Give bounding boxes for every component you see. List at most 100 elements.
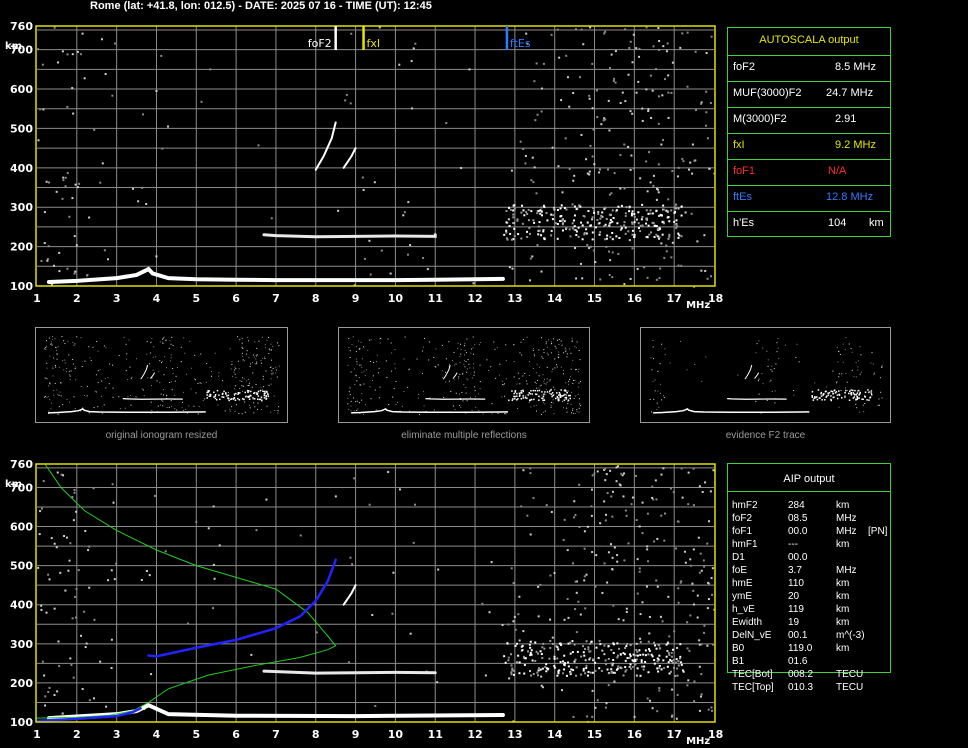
noise-dot bbox=[403, 211, 406, 214]
thumb-es-dot bbox=[811, 396, 814, 398]
noise-dot bbox=[363, 257, 366, 260]
thumb-speckle-dot bbox=[458, 376, 460, 378]
thumb-speckle-dot bbox=[445, 371, 447, 373]
es-echo-dot bbox=[534, 659, 537, 662]
thumb-speckle-dot bbox=[347, 403, 349, 405]
y-tick-label: 500 bbox=[10, 122, 33, 135]
es-echo-dot bbox=[637, 222, 640, 225]
thumb-speckle-dot bbox=[534, 355, 536, 357]
thumb-speckle-dot bbox=[504, 395, 506, 397]
aip-label: hmF1 bbox=[732, 539, 758, 550]
thumb-speckle-dot bbox=[475, 396, 477, 398]
thumb-speckle-dot bbox=[247, 340, 249, 342]
thumb-speckle-dot bbox=[101, 412, 103, 414]
noise-dot bbox=[657, 48, 660, 51]
es-echo-dot bbox=[552, 226, 555, 229]
thumb-speckle-dot bbox=[464, 350, 466, 352]
noise-dot bbox=[703, 234, 706, 237]
x-tick-label: 4 bbox=[153, 728, 161, 741]
thumb-es-dot bbox=[233, 393, 236, 395]
noise-dot bbox=[641, 532, 644, 535]
es-echo-dot bbox=[623, 653, 626, 656]
es-echo-dot bbox=[539, 650, 542, 653]
thumb-speckle-dot bbox=[171, 406, 173, 408]
noise-dot bbox=[575, 277, 578, 280]
thumb-speckle-dot bbox=[174, 394, 176, 396]
thumb-speckle-dot bbox=[814, 382, 816, 384]
noise-dot bbox=[583, 530, 586, 533]
thumb-speckle-dot bbox=[375, 409, 377, 411]
thumb-speckle-dot bbox=[565, 382, 567, 384]
noise-dot bbox=[693, 700, 696, 703]
thumb-speckle-dot bbox=[471, 348, 473, 350]
thumb-es-dot bbox=[836, 394, 839, 396]
thumb-speckle-dot bbox=[347, 398, 349, 400]
noise-dot bbox=[410, 107, 413, 110]
thumb-es-dot bbox=[529, 393, 531, 395]
noise-dot bbox=[209, 68, 212, 71]
es-echo-dot bbox=[641, 203, 644, 206]
thumb-es-dot bbox=[845, 389, 847, 392]
es-echo-dot bbox=[537, 652, 540, 655]
noise-dot bbox=[45, 180, 48, 183]
es-echo-dot bbox=[603, 224, 606, 227]
noise-dot bbox=[53, 694, 56, 697]
thumb-speckle-dot bbox=[357, 408, 359, 410]
noise-dot bbox=[580, 28, 583, 31]
es-echo-dot bbox=[618, 647, 621, 650]
thumb-speckle-dot bbox=[248, 384, 250, 386]
thumb-speckle-dot bbox=[56, 347, 58, 349]
es-echo-dot bbox=[503, 233, 506, 236]
thumb-speckle-dot bbox=[445, 358, 447, 360]
es-echo-dot bbox=[543, 206, 546, 209]
thumb-speckle-dot bbox=[464, 342, 466, 344]
aip-label: ymE bbox=[732, 591, 752, 602]
thumb-es-dot bbox=[848, 392, 850, 395]
noise-dot bbox=[564, 137, 567, 140]
thumb-speckle-dot bbox=[536, 363, 538, 365]
noise-dot bbox=[623, 283, 626, 286]
thumb-speckle-dot bbox=[513, 361, 515, 363]
thumb-speckle-dot bbox=[59, 391, 61, 393]
es-echo-dot bbox=[523, 664, 526, 667]
thumb-speckle-dot bbox=[379, 386, 381, 388]
thumb-speckle-dot bbox=[267, 384, 269, 386]
noise-dot bbox=[655, 68, 658, 71]
thumb-es-dot bbox=[264, 392, 266, 395]
thumb-speckle-dot bbox=[189, 340, 191, 342]
thumb-speckle-dot bbox=[194, 378, 196, 380]
es-echo-dot bbox=[646, 235, 649, 238]
es-echo-dot bbox=[610, 662, 613, 665]
noise-dot bbox=[623, 472, 626, 475]
es-echo-dot bbox=[604, 659, 607, 662]
thumb-speckle-dot bbox=[840, 390, 842, 392]
thumb-speckle-dot bbox=[546, 378, 548, 380]
thumb-speckle-dot bbox=[837, 361, 839, 363]
noise-dot bbox=[85, 642, 88, 645]
noise-dot bbox=[407, 201, 410, 204]
thumb-speckle-dot bbox=[44, 377, 46, 379]
thumb-speckle-dot bbox=[516, 383, 518, 385]
thumb-es-dot bbox=[253, 392, 255, 394]
thumb-es-dot bbox=[833, 389, 836, 392]
noise-dot bbox=[663, 256, 666, 259]
es-echo-dot bbox=[559, 220, 562, 223]
noise-dot bbox=[484, 674, 487, 677]
thumb-es-dot bbox=[811, 390, 814, 393]
noise-dot bbox=[563, 618, 566, 621]
noise-dot bbox=[549, 574, 552, 577]
thumb-speckle-dot bbox=[57, 413, 59, 415]
thumb-es-dot bbox=[216, 389, 219, 392]
noise-dot bbox=[629, 277, 632, 280]
thumb-speckle-dot bbox=[562, 401, 564, 403]
noise-dot bbox=[698, 665, 701, 668]
thumb-es-dot bbox=[822, 394, 824, 396]
es-echo-dot bbox=[563, 220, 566, 223]
noise-dot bbox=[646, 548, 649, 551]
noise-dot bbox=[349, 556, 352, 559]
thumb-speckle-dot bbox=[513, 376, 515, 378]
noise-dot bbox=[693, 680, 696, 683]
es-echo-dot bbox=[528, 227, 531, 230]
thumb-speckle-dot bbox=[433, 409, 435, 411]
thumb-es-dot bbox=[541, 391, 543, 393]
